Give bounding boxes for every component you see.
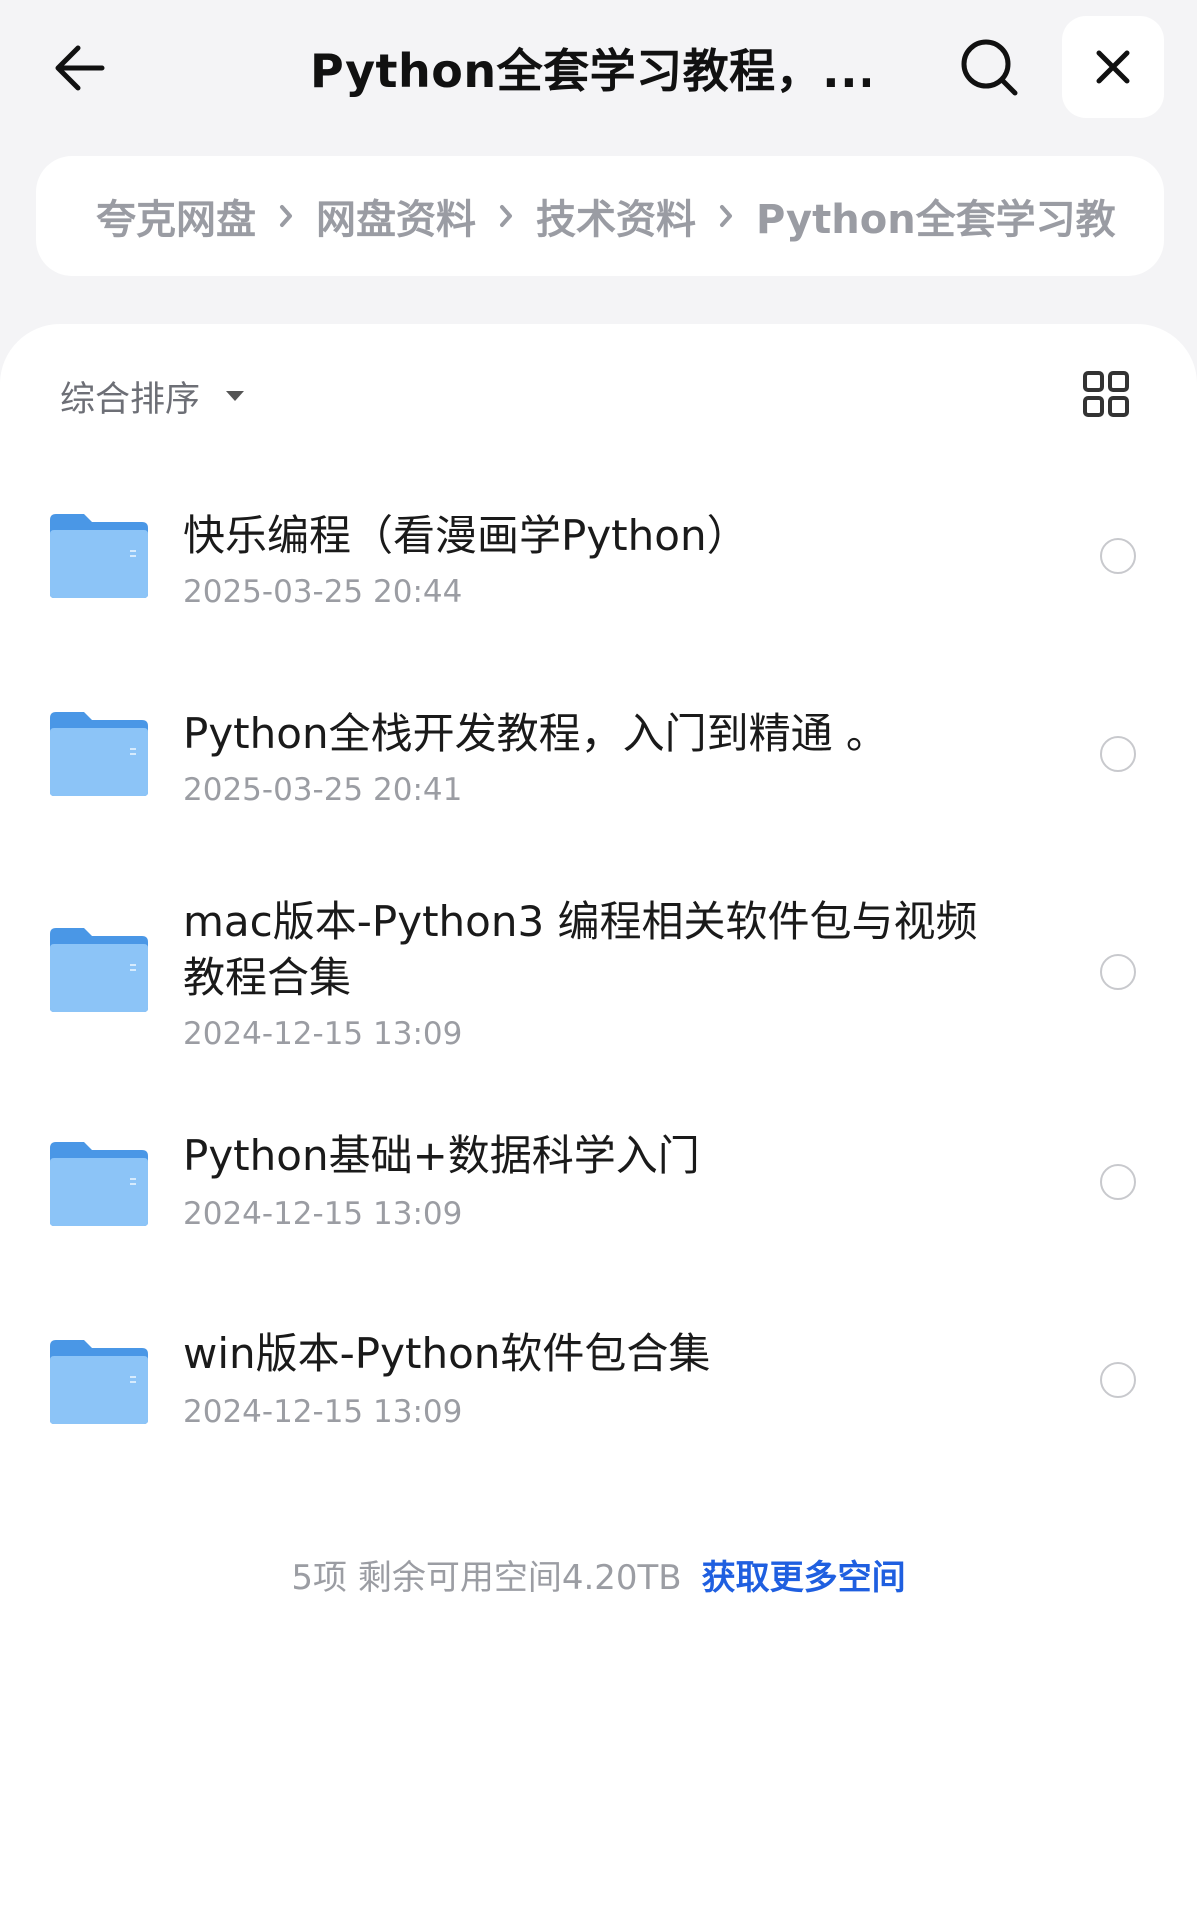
page: Python全套学习教程，... 夸克网盘 网盘资料 技术资料 Python全套…: [0, 0, 1197, 1929]
select-checkbox[interactable]: [1100, 954, 1136, 990]
chevron-right-icon: [278, 203, 294, 229]
list-item[interactable]: win版本-Python软件包合集 2024-12-15 13:09: [0, 1300, 1197, 1460]
breadcrumb-item-current-folder[interactable]: Python全套学习教: [756, 187, 1116, 245]
close-button[interactable]: [1062, 16, 1164, 118]
select-checkbox[interactable]: [1100, 1164, 1136, 1200]
list-item[interactable]: mac版本-Python3 编程相关软件包与视频 教程合集 2024-12-15…: [0, 872, 1197, 1082]
sort-dropdown[interactable]: 综合排序: [60, 366, 246, 426]
select-checkbox[interactable]: [1100, 1362, 1136, 1398]
select-checkbox[interactable]: [1100, 736, 1136, 772]
list-item[interactable]: Python全栈开发教程，入门到精通 。 2025-03-25 20:41: [0, 672, 1197, 832]
top-bar: Python全套学习教程，...: [0, 0, 1197, 140]
get-more-space-link[interactable]: 获取更多空间: [702, 1550, 906, 1599]
chevron-right-icon: [718, 203, 734, 229]
search-icon: [961, 39, 1018, 96]
search-button[interactable]: [950, 28, 1030, 108]
storage-summary: 5项 剩余可用空间4.20TB: [291, 1557, 682, 1598]
folder-icon: [50, 1142, 148, 1226]
file-name: Python基础+数据科学入门: [183, 1131, 700, 1180]
page-title: Python全套学习教程，...: [310, 44, 870, 98]
file-date: 2024-12-15 13:09: [183, 1196, 463, 1232]
folder-icon: [50, 1340, 148, 1424]
breadcrumb-item-quark-drive[interactable]: 夸克网盘: [96, 187, 256, 245]
folder-icon: [50, 928, 148, 1012]
file-name: 快乐编程（看漫画学Python）: [183, 511, 749, 560]
close-icon: [1096, 50, 1130, 84]
back-button[interactable]: [40, 28, 120, 108]
file-date: 2024-12-15 13:09: [183, 1394, 463, 1430]
select-checkbox[interactable]: [1100, 538, 1136, 574]
sort-label: 综合排序: [60, 379, 201, 420]
breadcrumb: 夸克网盘 网盘资料 技术资料 Python全套学习教: [36, 156, 1164, 276]
folder-icon: [50, 514, 148, 598]
list-item[interactable]: 快乐编程（看漫画学Python） 2025-03-25 20:44: [0, 474, 1197, 634]
file-date: 2024-12-15 13:09: [183, 1016, 463, 1052]
file-date: 2025-03-25 20:41: [183, 772, 463, 808]
chevron-right-icon: [498, 203, 514, 229]
file-list-panel: 综合排序 快乐编程（看漫画学Python） 2025-03-25 20:44 P…: [0, 324, 1197, 1929]
storage-footer: 5项 剩余可用空间4.20TB 获取更多空间: [0, 1544, 1197, 1604]
file-name: mac版本-Python3 编程相关软件包与视频 教程合集: [183, 894, 983, 1006]
breadcrumb-item-tech-materials[interactable]: 技术资料: [536, 187, 696, 245]
caret-down-icon: [224, 389, 246, 403]
file-name-line-2: 教程合集: [183, 953, 352, 1002]
file-name-line-1: mac版本-Python3 编程相关软件包与视频: [183, 897, 978, 946]
folder-icon: [50, 712, 148, 796]
view-toggle-button[interactable]: [1076, 364, 1136, 424]
file-name: win版本-Python软件包合集: [183, 1329, 711, 1378]
file-name: Python全栈开发教程，入门到精通 。: [183, 709, 888, 758]
grid-view-icon: [1083, 371, 1129, 417]
arrow-left-icon: [55, 45, 105, 91]
list-item[interactable]: Python基础+数据科学入门 2024-12-15 13:09: [0, 1102, 1197, 1262]
file-date: 2025-03-25 20:44: [183, 574, 463, 610]
breadcrumb-item-drive-materials[interactable]: 网盘资料: [316, 187, 476, 245]
